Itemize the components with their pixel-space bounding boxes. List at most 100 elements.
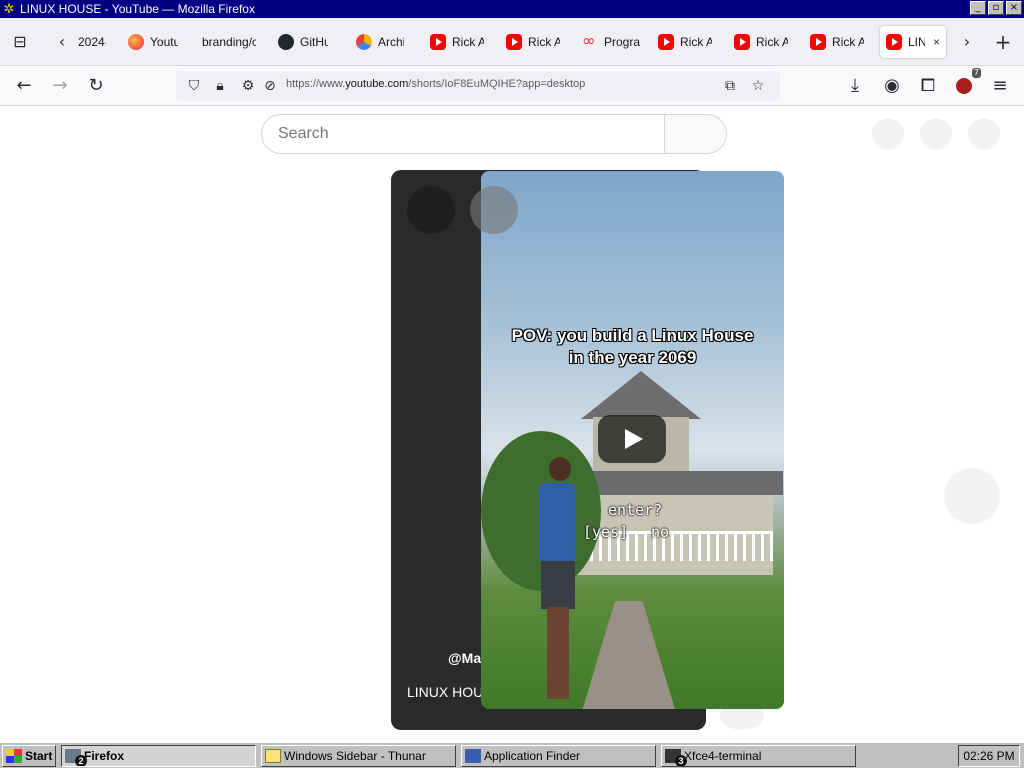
url-domain: youtube.com — [345, 78, 409, 90]
permissions-icon[interactable]: ⚙ — [238, 76, 258, 96]
tab-9[interactable]: Rick A — [728, 26, 794, 58]
tab-label: Rick A — [528, 35, 560, 49]
tab-1[interactable]: Youtu — [122, 26, 184, 58]
youtube-favicon-icon — [658, 34, 674, 50]
walkway-image — [582, 601, 676, 709]
tab-8[interactable]: Rick A — [652, 26, 718, 58]
extension-badge-count: 7 — [971, 68, 981, 78]
tab-5[interactable]: Rick A — [424, 26, 490, 58]
tab-7[interactable]: Progra — [576, 26, 646, 58]
taskbar-firefox[interactable]: 2 Firefox — [61, 745, 256, 767]
firefox-label: Firefox — [84, 749, 125, 763]
url-prefix: https://www. — [286, 78, 346, 90]
tab-10[interactable]: Rick A — [804, 26, 870, 58]
back-icon[interactable]: ← — [10, 72, 38, 100]
avatar[interactable] — [968, 118, 1000, 150]
tab-6[interactable]: Rick A — [500, 26, 566, 58]
youtube-favicon-icon — [734, 34, 750, 50]
app-finder-icon — [465, 749, 481, 763]
tab-3[interactable]: GitHu — [272, 26, 334, 58]
maximize-button[interactable]: ▫ — [988, 1, 1004, 15]
short-title: LINUX HOUS — [407, 684, 493, 700]
enter-prompt-text: enter? — [608, 501, 663, 519]
caption-line-1: POV: you build a Linux House — [511, 326, 754, 345]
channel-handle[interactable]: @Ma — [448, 650, 481, 666]
youtube-favicon-icon — [430, 34, 446, 50]
tab-4[interactable]: Archiv — [350, 26, 410, 58]
url-bar[interactable]: ⛉ 🔒︎ ⚙ ⊘ https://www.youtube.com/shorts/… — [176, 71, 780, 101]
no-option-text: no — [651, 523, 670, 541]
youtube-favicon-icon — [886, 34, 902, 50]
search-box — [261, 114, 727, 154]
tab-label: Rick A — [452, 35, 484, 49]
tab-label: 2024-0 — [78, 35, 106, 49]
terminal-icon: 3 — [665, 749, 687, 766]
prog-favicon-icon — [582, 31, 598, 50]
taskbar-appfinder[interactable]: Application Finder — [461, 745, 656, 767]
firefox-taskbar-icon: 2 — [65, 749, 87, 766]
notifications-icon[interactable] — [920, 118, 952, 150]
tab-label: Rick A — [832, 35, 864, 49]
tab-2[interactable]: branding/c — [196, 26, 262, 58]
overlay-control-button[interactable] — [470, 186, 518, 234]
extensions-icon[interactable]: ⧠ — [914, 72, 942, 100]
bookmark-star-icon[interactable]: ☆ — [748, 76, 768, 96]
tab-label: Youtu — [150, 35, 178, 49]
picture-in-picture-icon[interactable]: ⧉ — [720, 76, 740, 96]
url-text[interactable]: https://www.youtube.com/shorts/IoF8EuMQI… — [286, 78, 585, 90]
tracking-shield-icon[interactable]: ⛉ — [184, 76, 204, 96]
tab-strip: ⊟ ‹ 2024-0 Youtu branding/c GitHu Archiv Rick… — [0, 18, 1024, 66]
downloads-icon[interactable]: ⤓ — [841, 72, 869, 100]
person-head — [549, 457, 571, 481]
search-input[interactable] — [262, 115, 664, 153]
person-shorts — [541, 561, 575, 609]
autoplay-blocked-icon[interactable]: ⊘ — [260, 76, 280, 96]
next-short-button[interactable] — [944, 468, 1000, 524]
tab-label: branding/c — [202, 35, 256, 49]
reload-icon[interactable]: ↻ — [82, 72, 110, 100]
tab-label: LIN — [908, 35, 925, 49]
app-icon: ✲ — [3, 1, 15, 16]
account-icon[interactable]: ◉ — [878, 72, 906, 100]
minimize-button[interactable]: _ — [970, 1, 986, 15]
youtube-favicon-icon — [810, 34, 826, 50]
forward-icon[interactable]: → — [46, 72, 74, 100]
play-button[interactable] — [598, 415, 666, 463]
create-icon[interactable] — [872, 118, 904, 150]
terminal-label: Xfce4-terminal — [684, 749, 762, 763]
close-tab-icon[interactable]: × — [933, 35, 940, 49]
close-window-button[interactable]: × — [1006, 1, 1022, 15]
tab-0[interactable]: 2024-0 — [72, 26, 112, 58]
scroll-tabs-right-icon[interactable]: › — [955, 30, 979, 54]
taskbar-terminal[interactable]: 3 Xfce4-terminal — [661, 745, 856, 767]
tab-label: Rick A — [680, 35, 712, 49]
search-button[interactable] — [664, 115, 726, 153]
person-legs — [547, 607, 569, 699]
short-video[interactable]: POV: you build a Linux House in the year… — [481, 171, 784, 709]
folder-icon — [265, 749, 281, 763]
player-control-button[interactable] — [407, 186, 455, 234]
person-torso — [539, 483, 575, 563]
start-button[interactable]: Start — [2, 745, 56, 767]
window-title: LINUX HOUSE - YouTube — Mozilla Firefox — [20, 2, 255, 16]
github-favicon-icon — [278, 34, 294, 50]
scroll-tabs-left-icon[interactable]: ‹ — [50, 30, 74, 54]
tab-label: GitHu — [300, 35, 328, 49]
windows-logo-icon — [6, 749, 22, 763]
window-titlebar: ✲ LINUX HOUSE - YouTube — Mozilla Firefo… — [0, 0, 1024, 18]
taskbar: Start 2 Firefox Windows Sidebar - Thunar… — [0, 742, 1024, 768]
tab-11[interactable]: LIN × — [880, 26, 946, 58]
window-controls: _ ▫ × — [970, 1, 1022, 15]
play-icon — [625, 429, 643, 449]
caption-line-2: in the year 2069 — [568, 348, 697, 367]
yes-option-text: [yes] — [583, 523, 629, 541]
new-tab-icon[interactable]: + — [991, 30, 1015, 54]
ublock-extension-icon[interactable]: 7 — [950, 68, 981, 100]
menu-icon[interactable]: ≡ — [986, 72, 1014, 100]
lock-icon[interactable]: 🔒︎ — [210, 76, 230, 96]
person-image — [535, 457, 579, 707]
appfinder-label: Application Finder — [484, 749, 581, 763]
url-path: /shorts/IoF8EuMQIHE?app=desktop — [408, 78, 586, 90]
taskbar-thunar[interactable]: Windows Sidebar - Thunar — [261, 745, 456, 767]
firefox-view-icon[interactable]: ⊟ — [8, 30, 32, 54]
